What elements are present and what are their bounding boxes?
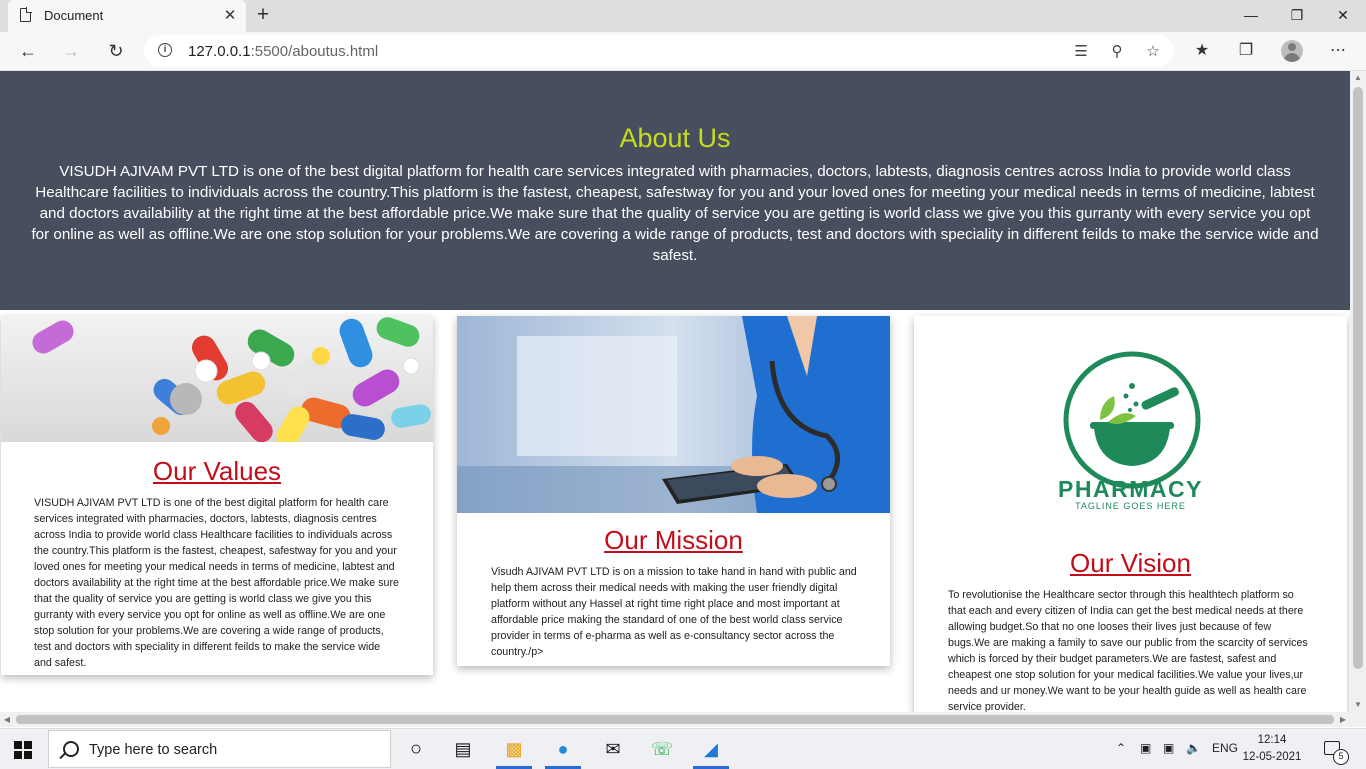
- clock[interactable]: 12:14 12-05-2021: [1242, 732, 1302, 766]
- doctor-tablet-image: [457, 316, 890, 513]
- logo-tagline: TAGLINE GOES HERE: [1075, 501, 1186, 511]
- vscode-icon[interactable]: ◢: [693, 733, 729, 765]
- mission-title: Our Mission: [604, 525, 743, 555]
- scrollbar-corner: [1350, 712, 1366, 727]
- network-icon[interactable]: ▣: [1163, 741, 1174, 755]
- tab-document[interactable]: Document ✕: [8, 0, 246, 32]
- taskbar-search[interactable]: Type here to search: [48, 730, 391, 768]
- page-icon: [20, 7, 32, 22]
- tab-strip: Document ✕ + — ❐ ✕: [0, 0, 1366, 32]
- back-icon[interactable]: ←: [14, 38, 42, 64]
- mission-card: Our Mission Visudh AJIVAM PVT LTD is on …: [457, 316, 890, 666]
- language-indicator[interactable]: ENG: [1212, 741, 1238, 755]
- task-view-icon[interactable]: ▤: [445, 733, 481, 765]
- tab-title: Document: [44, 8, 104, 23]
- windows-start-icon[interactable]: [14, 741, 32, 759]
- file-explorer-icon[interactable]: ▩: [496, 733, 532, 765]
- clock-date: 12-05-2021: [1242, 751, 1302, 763]
- address-url[interactable]: 127.0.0.1:5500/aboutus.html: [188, 43, 378, 60]
- scroll-right-icon[interactable]: ▶: [1336, 712, 1350, 727]
- about-hero: About Us VISUDH AJIVAM PVT LTD is one of…: [0, 71, 1350, 310]
- show-hidden-icons[interactable]: ⌃: [1116, 741, 1126, 755]
- edge-icon[interactable]: ●: [545, 733, 581, 765]
- clock-time: 12:14: [1257, 734, 1287, 746]
- forward-icon[interactable]: →: [57, 38, 85, 64]
- horizontal-scrollbar[interactable]: ◀ ▶: [0, 712, 1350, 727]
- vision-title: Our Vision: [1070, 548, 1191, 578]
- about-text: VISUDH AJIVAM PVT LTD is one of the best…: [31, 163, 1319, 264]
- taskbar: Type here to search ○ ▤ ▩ ● ✉ ☏ ◢ ⌃ ▣ ▣ …: [0, 728, 1366, 769]
- new-tab-icon[interactable]: +: [252, 4, 274, 26]
- page-viewport: About Us VISUDH AJIVAM PVT LTD is one of…: [0, 71, 1350, 712]
- scroll-left-icon[interactable]: ◀: [0, 712, 14, 727]
- site-info-icon[interactable]: i: [158, 43, 172, 57]
- pharmacy-logo: PHARMACY TAGLINE GOES HERE: [914, 316, 1347, 531]
- close-tab-icon[interactable]: ✕: [220, 6, 240, 26]
- search-placeholder: Type here to search: [89, 742, 218, 758]
- medicine-pills-image: [1, 316, 433, 442]
- more-menu-icon[interactable]: ⋯: [1325, 39, 1351, 63]
- values-title: Our Values: [152, 456, 282, 486]
- close-window-icon[interactable]: ✕: [1320, 0, 1366, 32]
- favorite-star-icon[interactable]: ☆: [1142, 41, 1164, 63]
- mail-icon[interactable]: ✉: [595, 733, 631, 765]
- minimize-icon[interactable]: —: [1228, 0, 1274, 32]
- vertical-scrollbar[interactable]: ▲ ▼: [1350, 71, 1366, 712]
- values-text: VISUDH AJIVAM PVT LTD is one of the best…: [34, 497, 399, 669]
- logo-text: PHARMACY: [1058, 476, 1203, 502]
- profile-avatar[interactable]: [1281, 40, 1303, 62]
- vision-text: To revolutionise the Healthcare sector t…: [948, 589, 1308, 712]
- horizontal-scroll-thumb[interactable]: [16, 715, 1334, 724]
- notification-badge: 5: [1333, 749, 1349, 765]
- url-path: :5500/aboutus.html: [250, 43, 379, 60]
- search-icon: [63, 741, 79, 757]
- mission-text: Visudh AJIVAM PVT LTD is on a mission to…: [491, 566, 857, 658]
- battery-icon[interactable]: ▣: [1140, 741, 1151, 755]
- cortana-icon[interactable]: ○: [398, 733, 434, 765]
- vertical-scroll-thumb[interactable]: [1353, 87, 1363, 669]
- scroll-up-icon[interactable]: ▲: [1350, 71, 1366, 85]
- favorites-icon[interactable]: ★: [1189, 39, 1215, 63]
- volume-icon[interactable]: 🔈: [1186, 741, 1201, 755]
- about-title: About Us: [619, 123, 731, 153]
- zoom-icon[interactable]: ⚲: [1106, 41, 1128, 63]
- collections-icon[interactable]: ❐: [1233, 39, 1259, 63]
- browser-toolbar: ← → ↻ i 127.0.0.1:5500/aboutus.html ☰ ⚲ …: [0, 32, 1366, 71]
- url-host: 127.0.0.1: [188, 43, 251, 60]
- refresh-icon[interactable]: ↻: [102, 38, 130, 64]
- restore-icon[interactable]: ❐: [1274, 0, 1320, 32]
- scroll-down-icon[interactable]: ▼: [1350, 698, 1366, 712]
- address-bar[interactable]: i 127.0.0.1:5500/aboutus.html ☰ ⚲ ☆: [144, 35, 1174, 67]
- whatsapp-icon[interactable]: ☏: [644, 733, 680, 765]
- vision-card: PHARMACY TAGLINE GOES HERE Our Vision To…: [914, 316, 1347, 712]
- reader-view-icon[interactable]: ☰: [1070, 41, 1092, 63]
- values-card: Our Values VISUDH AJIVAM PVT LTD is one …: [1, 316, 433, 675]
